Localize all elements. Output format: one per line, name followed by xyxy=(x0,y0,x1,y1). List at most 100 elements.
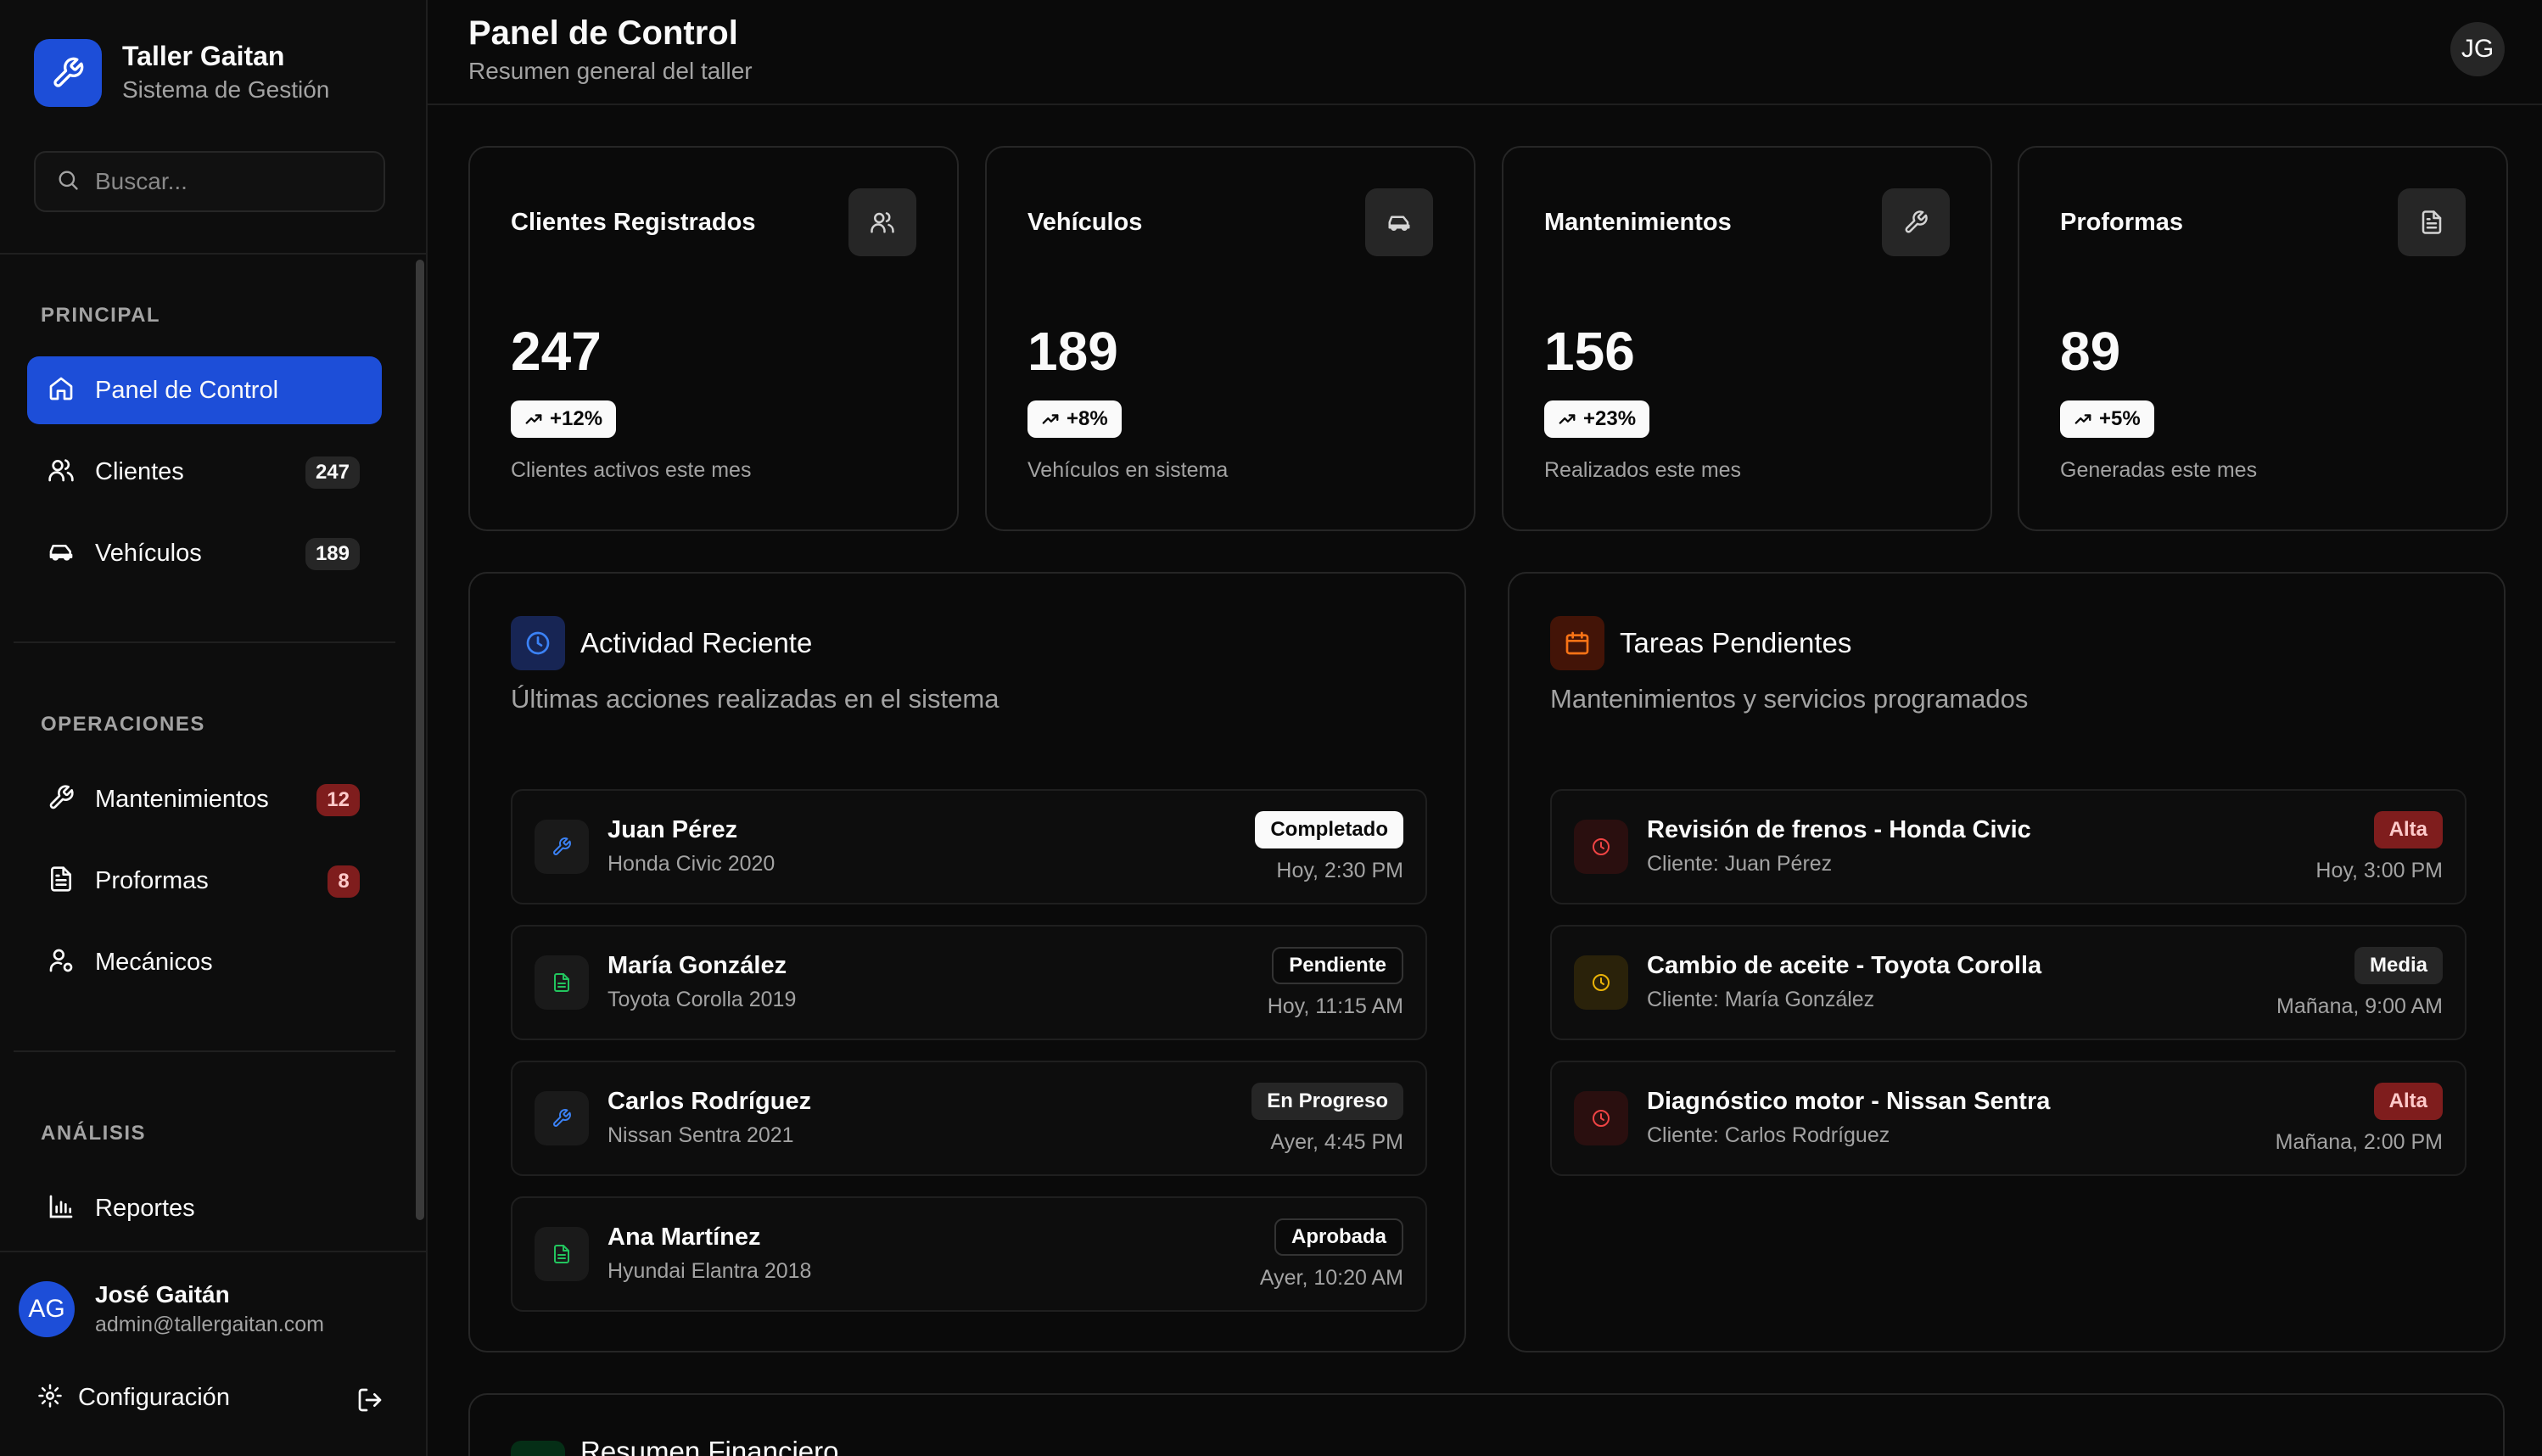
avatar: AG xyxy=(19,1281,75,1337)
trend-badge: +12% xyxy=(511,400,617,438)
wrench-icon xyxy=(535,820,589,874)
page-title: Panel de Control xyxy=(468,14,738,52)
task-time: Mañana, 9:00 AM xyxy=(2276,994,2443,1018)
search-input[interactable]: Buscar... xyxy=(34,151,385,212)
stat-title: Proformas xyxy=(2060,209,2184,236)
task-time: Mañana, 2:00 PM xyxy=(2275,1130,2443,1154)
sidebar-item-label: Vehículos xyxy=(95,539,202,567)
status-badge: Pendiente xyxy=(1272,947,1403,984)
stat-title: Vehículos xyxy=(1027,209,1143,236)
trend-value: +12% xyxy=(550,407,603,430)
activity-client: Ana Martínez xyxy=(608,1224,761,1251)
clock-icon xyxy=(1574,1091,1628,1145)
panel-title: Resumen Financiero xyxy=(580,1436,839,1456)
trend-badge: +23% xyxy=(1544,400,1650,438)
priority-badge: Media xyxy=(2354,947,2443,984)
clock-icon xyxy=(511,616,565,670)
trend-value: +5% xyxy=(2099,407,2141,430)
pending-tasks-panel: Tareas Pendientes Mantenimientos y servi… xyxy=(1508,572,2506,1352)
wrench-icon xyxy=(535,1091,589,1145)
activity-time: Hoy, 2:30 PM xyxy=(1276,859,1403,882)
stat-description: Vehículos en sistema xyxy=(1027,458,1229,482)
priority-badge: Alta xyxy=(2373,1083,2443,1120)
trend-badge: +8% xyxy=(1027,400,1122,438)
recent-activity-panel: Actividad Reciente Últimas acciones real… xyxy=(468,572,1466,1352)
divider xyxy=(0,1251,428,1252)
divider xyxy=(14,641,395,643)
count-badge: 12 xyxy=(316,784,360,816)
sidebar-item-vehiculos[interactable]: Vehículos 189 xyxy=(27,519,382,587)
status-badge: Aprobada xyxy=(1274,1218,1403,1256)
task-client: Cliente: Carlos Rodríguez xyxy=(1647,1123,1890,1147)
task-row[interactable]: Cambio de aceite - Toyota Corolla Client… xyxy=(1550,925,2466,1040)
section-label-principal: PRINCIPAL xyxy=(41,304,161,327)
trend-up-icon xyxy=(1042,414,1059,424)
sidebar-item-panel-de-control[interactable]: Panel de Control xyxy=(27,356,382,424)
sidebar-scrollbar[interactable] xyxy=(416,260,424,1220)
user-profile[interactable]: AG José Gaitán admin@tallergaitan.com xyxy=(19,1280,324,1339)
wrench-icon xyxy=(34,39,102,107)
config-button[interactable]: Configuración xyxy=(37,1383,230,1413)
dollar-icon xyxy=(511,1441,565,1456)
activity-vehicle: Toyota Corolla 2019 xyxy=(608,988,797,1011)
sidebar-item-mecanicos[interactable]: Mecánicos xyxy=(27,928,382,996)
activity-time: Ayer, 10:20 AM xyxy=(1259,1266,1403,1290)
panel-title: Tareas Pendientes xyxy=(1620,627,1852,658)
activity-vehicle: Hyundai Elantra 2018 xyxy=(608,1259,812,1283)
activity-vehicle: Nissan Sentra 2021 xyxy=(608,1123,794,1147)
file-icon xyxy=(535,955,589,1010)
task-row[interactable]: Revisión de frenos - Honda Civic Cliente… xyxy=(1550,789,2466,904)
sidebar-item-proformas[interactable]: Proformas 8 xyxy=(27,847,382,915)
section-label-analisis: ANÁLISIS xyxy=(41,1122,147,1145)
activity-row[interactable]: Ana Martínez Hyundai Elantra 2018 Aproba… xyxy=(511,1196,1427,1312)
trend-up-icon xyxy=(2074,414,2091,424)
priority-badge: Alta xyxy=(2373,811,2443,848)
clock-icon xyxy=(1574,955,1628,1010)
file-icon xyxy=(48,865,75,897)
sidebar-item-label: Clientes xyxy=(95,457,184,485)
trend-up-icon xyxy=(525,414,542,424)
status-badge: En Progreso xyxy=(1251,1083,1403,1120)
activity-row[interactable]: Carlos Rodríguez Nissan Sentra 2021 En P… xyxy=(511,1061,1427,1176)
task-title: Revisión de frenos - Honda Civic xyxy=(1647,816,2031,843)
sidebar-item-label: Panel de Control xyxy=(95,376,279,404)
logout-icon[interactable] xyxy=(356,1386,384,1418)
sidebar-item-label: Proformas xyxy=(95,866,209,894)
activity-row[interactable]: María González Toyota Corolla 2019 Pendi… xyxy=(511,925,1427,1040)
wrench-icon xyxy=(1882,188,1950,256)
trend-up-icon xyxy=(1559,414,1576,424)
task-row[interactable]: Diagnóstico motor - Nissan Sentra Client… xyxy=(1550,1061,2466,1176)
brand[interactable]: Taller Gaitan Sistema de Gestión xyxy=(34,39,329,107)
brand-subtitle: Sistema de Gestión xyxy=(122,76,330,103)
user-email: admin@tallergaitan.com xyxy=(95,1313,324,1336)
sidebar-item-label: Mecánicos xyxy=(95,948,213,976)
file-icon xyxy=(535,1227,589,1281)
activity-client: Juan Pérez xyxy=(608,816,738,843)
activity-vehicle: Honda Civic 2020 xyxy=(608,852,775,876)
sidebar-item-label: Mantenimientos xyxy=(95,785,269,813)
task-time: Hoy, 3:00 PM xyxy=(2315,859,2443,882)
stat-value: 156 xyxy=(1544,321,1635,382)
sidebar-item-mantenimientos[interactable]: Mantenimientos 12 xyxy=(27,765,382,833)
calendar-icon xyxy=(1550,616,1604,670)
brand-title: Taller Gaitan xyxy=(122,41,285,71)
stat-card-proformas: Proformas 89 +5% Generadas este mes xyxy=(2018,146,2508,531)
car-icon xyxy=(48,538,75,569)
stat-card-vehiculos: Vehículos 189 +8% Vehículos en sistema xyxy=(985,146,1475,531)
activity-row[interactable]: Juan Pérez Honda Civic 2020 Completado H… xyxy=(511,789,1427,904)
users-icon xyxy=(48,456,75,488)
avatar[interactable]: JG xyxy=(2450,22,2505,76)
activity-client: María González xyxy=(608,952,787,979)
stat-description: Clientes activos este mes xyxy=(511,458,752,482)
config-label: Configuración xyxy=(78,1384,230,1411)
sidebar-item-reportes[interactable]: Reportes xyxy=(27,1174,382,1242)
page-subtitle: Resumen general del taller xyxy=(468,58,753,84)
users-icon xyxy=(848,188,916,256)
search-icon xyxy=(56,168,80,196)
header: Panel de Control Resumen general del tal… xyxy=(428,0,2542,105)
sidebar-item-clientes[interactable]: Clientes 247 xyxy=(27,438,382,506)
wrench-icon xyxy=(48,784,75,815)
panel-subtitle: Mantenimientos y servicios programados xyxy=(1550,684,2029,714)
task-client: Cliente: Juan Pérez xyxy=(1647,852,1833,876)
sidebar-item-label: Reportes xyxy=(95,1194,195,1222)
